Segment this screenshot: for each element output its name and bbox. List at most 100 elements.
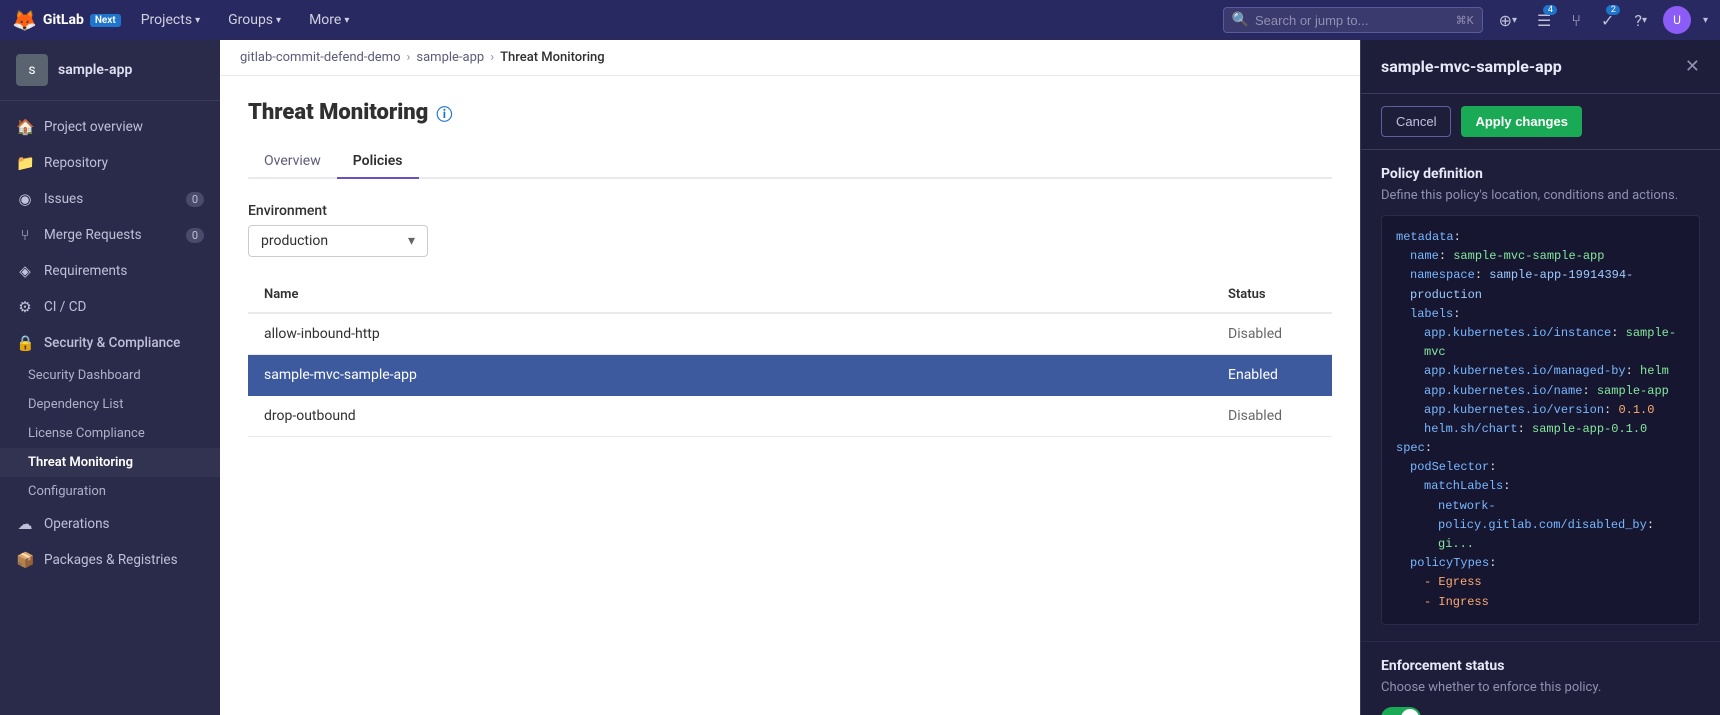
policy-code-block[interactable]: metadata: name: sample-mvc-sample-app na…	[1381, 215, 1700, 625]
enforcement-desc: Choose whether to enforce this policy.	[1381, 680, 1700, 695]
sidebar-item-cicd[interactable]: ⚙ CI / CD	[0, 289, 220, 325]
issues-icon: ◉	[16, 190, 34, 208]
tab-policies[interactable]: Policies	[337, 145, 419, 179]
policy-definition-title: Policy definition	[1381, 166, 1700, 182]
logo[interactable]: 🦊 GitLab Next	[12, 8, 121, 32]
packages-icon: 📦	[16, 551, 34, 569]
configuration-label: Configuration	[28, 484, 106, 499]
avatar-initials: U	[1673, 13, 1681, 27]
gitlab-logo-icon: 🦊	[12, 8, 37, 32]
code-line: namespace: sample-app-19914394-productio…	[1396, 266, 1685, 304]
sidebar-item-merge-requests[interactable]: ⑂ Merge Requests 0	[0, 217, 220, 253]
top-navigation: 🦊 GitLab Next Projects ▾ Groups ▾ More ▾…	[0, 0, 1720, 40]
tab-overview[interactable]: Overview	[248, 145, 337, 179]
code-line: network-policy.gitlab.com/disabled_by: g…	[1396, 497, 1685, 555]
shield-icon: 🔒	[16, 334, 34, 352]
sidebar-project[interactable]: s sample-app	[0, 40, 220, 101]
table-row[interactable]: drop-outbound Disabled	[248, 396, 1332, 437]
policy-name: sample-mvc-sample-app	[248, 355, 1212, 396]
sidebar-item-label: Repository	[44, 155, 108, 171]
code-line: labels:	[1396, 305, 1685, 324]
panel-actions: Cancel Apply changes	[1361, 94, 1720, 150]
policy-definition-desc: Define this policy's location, condition…	[1381, 188, 1700, 203]
merge-icon: ⑂	[1571, 11, 1581, 30]
page-content: Threat Monitoring ⓘ Overview Policies En…	[220, 76, 1360, 715]
sidebar-nav: 🏠 Project overview 📁 Repository ◉ Issues…	[0, 101, 220, 715]
code-line: app.kubernetes.io/name: sample-app	[1396, 382, 1685, 401]
enforcement-toggle-wrap	[1381, 707, 1700, 715]
sidebar-item-label: Requirements	[44, 263, 127, 279]
breadcrumb-sep: ›	[407, 50, 411, 65]
environment-value: production	[261, 233, 328, 249]
close-icon[interactable]: ✕	[1685, 56, 1700, 77]
code-line: app.kubernetes.io/managed-by: helm	[1396, 362, 1685, 381]
breadcrumb-repo[interactable]: gitlab-commit-defend-demo	[240, 50, 401, 65]
requirements-icon: ◈	[16, 262, 34, 280]
security-dashboard-label: Security Dashboard	[28, 368, 141, 383]
page-tabs: Overview Policies	[248, 145, 1332, 179]
home-icon: 🏠	[16, 118, 34, 136]
sidebar-item-operations[interactable]: ☁ Operations	[0, 506, 220, 542]
search-input[interactable]	[1255, 13, 1450, 28]
breadcrumb-sep: ›	[490, 50, 494, 65]
sidebar-item-label: Project overview	[44, 119, 143, 135]
sidebar-item-security-dashboard[interactable]: Security Dashboard	[0, 361, 220, 390]
environment-label: Environment	[248, 203, 1332, 219]
new-item-button[interactable]: ⊕ ▾	[1495, 7, 1521, 34]
page-title: Threat Monitoring ⓘ	[248, 100, 1332, 125]
environment-select[interactable]: production ▾	[248, 225, 428, 257]
next-badge: Next	[90, 14, 121, 27]
groups-nav[interactable]: Groups ▾	[220, 8, 289, 32]
search-box[interactable]: 🔍 ⌘K	[1223, 7, 1483, 33]
sidebar-item-packages-registries[interactable]: 📦 Packages & Registries	[0, 542, 220, 578]
help-button[interactable]: ? ▾	[1630, 7, 1651, 34]
table-row[interactable]: sample-mvc-sample-app Enabled	[248, 355, 1332, 396]
code-line: podSelector:	[1396, 458, 1685, 477]
policy-status: Enabled	[1212, 355, 1332, 396]
help-circle-icon[interactable]: ⓘ	[436, 101, 452, 125]
sidebar-item-requirements[interactable]: ◈ Requirements	[0, 253, 220, 289]
table-row[interactable]: allow-inbound-http Disabled	[248, 313, 1332, 355]
policy-name: allow-inbound-http	[248, 313, 1212, 355]
cancel-button[interactable]: Cancel	[1381, 106, 1451, 137]
panel-header: sample-mvc-sample-app ✕	[1361, 40, 1720, 94]
plus-icon: ⊕	[1499, 11, 1512, 30]
sidebar-item-label: Packages & Registries	[44, 552, 178, 568]
todo-button[interactable]: ☰ 4	[1533, 7, 1555, 34]
merge-requests-icon: ⑂	[16, 226, 34, 244]
sidebar-item-dependency-list[interactable]: Dependency List	[0, 390, 220, 419]
issues-count-badge: 2	[1606, 5, 1620, 15]
apply-changes-button[interactable]: Apply changes	[1461, 106, 1581, 137]
sidebar-item-issues[interactable]: ◉ Issues 0	[0, 181, 220, 217]
sidebar-item-configuration[interactable]: Configuration	[0, 477, 220, 506]
issues-button[interactable]: ✓ 2	[1597, 7, 1618, 34]
search-shortcut: ⌘K	[1456, 14, 1474, 27]
policy-status: Disabled	[1212, 313, 1332, 355]
chevron-down-icon: ▾	[1512, 15, 1517, 26]
user-avatar[interactable]: U	[1663, 6, 1691, 34]
sidebar-item-label: Merge Requests	[44, 227, 142, 243]
todo-count-badge: 4	[1543, 5, 1557, 15]
sidebar-item-project-overview[interactable]: 🏠 Project overview	[0, 109, 220, 145]
sidebar-item-security-compliance[interactable]: 🔒 Security & Compliance	[0, 325, 220, 361]
code-line: metadata:	[1396, 228, 1685, 247]
more-nav[interactable]: More ▾	[301, 8, 357, 32]
code-line: - Ingress	[1396, 593, 1685, 612]
sidebar-item-label: Operations	[44, 516, 110, 532]
projects-nav[interactable]: Projects ▾	[133, 8, 208, 32]
sidebar-item-repository[interactable]: 📁 Repository	[0, 145, 220, 181]
policy-definition-section: Policy definition Define this policy's l…	[1361, 150, 1720, 642]
enforcement-toggle[interactable]	[1381, 707, 1421, 715]
chevron-down-icon: ▾	[1642, 15, 1647, 26]
code-line: spec:	[1396, 439, 1685, 458]
chevron-down-icon: ▾	[195, 15, 200, 26]
breadcrumb-app[interactable]: sample-app	[416, 50, 484, 65]
col-status: Status	[1212, 277, 1332, 313]
sidebar-item-license-compliance[interactable]: License Compliance	[0, 419, 220, 448]
threat-monitoring-label: Threat Monitoring	[28, 455, 133, 470]
logo-text: GitLab	[43, 12, 84, 28]
merge-requests-button[interactable]: ⑂	[1567, 7, 1585, 34]
project-name: sample-app	[58, 62, 132, 78]
sidebar-item-threat-monitoring[interactable]: Threat Monitoring	[0, 448, 220, 477]
enforcement-title: Enforcement status	[1381, 658, 1700, 674]
